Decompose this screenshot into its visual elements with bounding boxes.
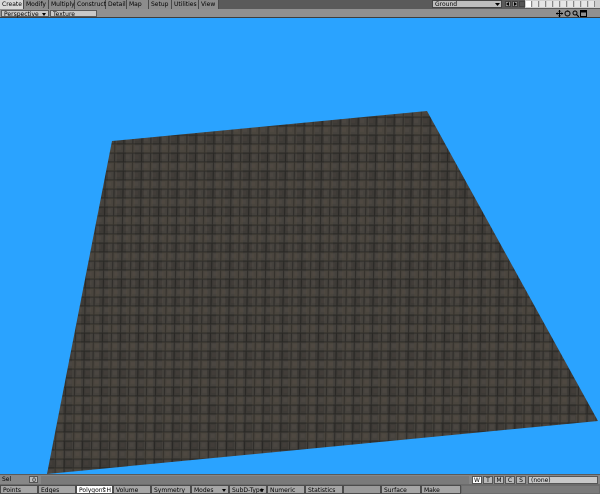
layer-slot[interactable] bbox=[547, 1, 553, 7]
statistics-button[interactable]: Statistics bbox=[305, 485, 343, 494]
render-mode-select[interactable]: Texture bbox=[50, 10, 97, 18]
viewport-header: Perspective Texture bbox=[0, 9, 600, 18]
status-message-area bbox=[41, 476, 469, 484]
layers-icon bbox=[520, 2, 524, 6]
view-mode-select[interactable]: Perspective bbox=[1, 10, 49, 18]
tab-modify[interactable]: Modify bbox=[24, 0, 49, 9]
rotate-view-icon[interactable] bbox=[564, 10, 571, 17]
layer-slot[interactable] bbox=[526, 1, 532, 7]
points-mode-button[interactable]: Points bbox=[0, 485, 38, 494]
tab-multiply[interactable]: Multiply bbox=[49, 0, 75, 9]
tab-construct[interactable]: Construct bbox=[75, 0, 106, 9]
layer-slot[interactable] bbox=[533, 1, 539, 7]
render-mode-label: Texture bbox=[53, 11, 75, 18]
tab-map[interactable]: Map bbox=[127, 0, 149, 9]
layer-object-select[interactable]: Ground bbox=[432, 0, 502, 8]
layer-slot[interactable] bbox=[589, 1, 595, 7]
next-layer-button[interactable] bbox=[512, 1, 518, 7]
layer-slot[interactable] bbox=[568, 1, 574, 7]
tab-view[interactable]: View bbox=[199, 0, 219, 9]
arrow-right-icon bbox=[514, 2, 517, 6]
layer-bank bbox=[525, 0, 600, 8]
polygons-hotkey: ^H bbox=[101, 487, 111, 494]
info-button[interactable] bbox=[343, 485, 381, 494]
surface-select[interactable]: (none) bbox=[528, 476, 598, 484]
layer-slot[interactable] bbox=[561, 1, 567, 7]
tab-utilities[interactable]: Utilities bbox=[172, 0, 199, 9]
subd-type-select[interactable]: SubD-Type bbox=[229, 485, 267, 494]
move-view-icon[interactable] bbox=[556, 10, 563, 17]
maximize-viewport-icon[interactable] bbox=[580, 10, 587, 17]
mode-bar-spacer bbox=[461, 485, 600, 494]
zoom-view-icon[interactable] bbox=[572, 10, 579, 17]
arrow-left-icon bbox=[506, 2, 509, 6]
tab-setup[interactable]: Setup bbox=[149, 0, 172, 9]
selection-count: 0 bbox=[29, 476, 38, 484]
tab-detail[interactable]: Detail bbox=[106, 0, 127, 9]
edges-mode-button[interactable]: Edges bbox=[38, 485, 76, 494]
layer-slot[interactable] bbox=[582, 1, 588, 7]
layer-slot[interactable] bbox=[540, 1, 546, 7]
wtmcs-c-button[interactable]: C bbox=[505, 476, 515, 484]
previous-layer-button[interactable] bbox=[505, 1, 511, 7]
chevron-down-icon bbox=[495, 3, 500, 6]
selection-label: Sel bbox=[2, 476, 12, 483]
ground-plane-shading bbox=[47, 111, 598, 474]
make-button[interactable]: Make bbox=[421, 485, 461, 494]
mode-bar: Points Edges Polygons ^H Volume Symmetry… bbox=[0, 484, 600, 494]
wtmcs-s-button[interactable]: S bbox=[516, 476, 526, 484]
polygons-mode-button[interactable]: Polygons ^H bbox=[76, 485, 113, 494]
wtmcs-w-button[interactable]: W bbox=[472, 476, 482, 484]
layer-slot[interactable] bbox=[575, 1, 581, 7]
modes-select[interactable]: Modes bbox=[191, 485, 229, 494]
wtmcs-m-button[interactable]: M bbox=[494, 476, 504, 484]
symmetry-button[interactable]: Symmetry bbox=[151, 485, 191, 494]
status-bar: Sel 0 W T M C S (none) bbox=[0, 474, 600, 484]
top-tab-bar: Create Modify Multiply Construct Detail … bbox=[0, 0, 600, 9]
view-mode-label: Perspective bbox=[4, 11, 39, 18]
layer-object-name: Ground bbox=[435, 1, 458, 8]
numeric-button[interactable]: Numeric bbox=[267, 485, 305, 494]
tab-create[interactable]: Create bbox=[0, 0, 24, 9]
wtmcs-t-button[interactable]: T bbox=[483, 476, 493, 484]
layer-slot[interactable] bbox=[554, 1, 560, 7]
volume-button[interactable]: Volume bbox=[113, 485, 151, 494]
surface-button[interactable]: Surface bbox=[381, 485, 421, 494]
ground-plane bbox=[47, 111, 598, 474]
chevron-down-icon bbox=[42, 13, 46, 16]
perspective-viewport[interactable] bbox=[0, 18, 600, 474]
